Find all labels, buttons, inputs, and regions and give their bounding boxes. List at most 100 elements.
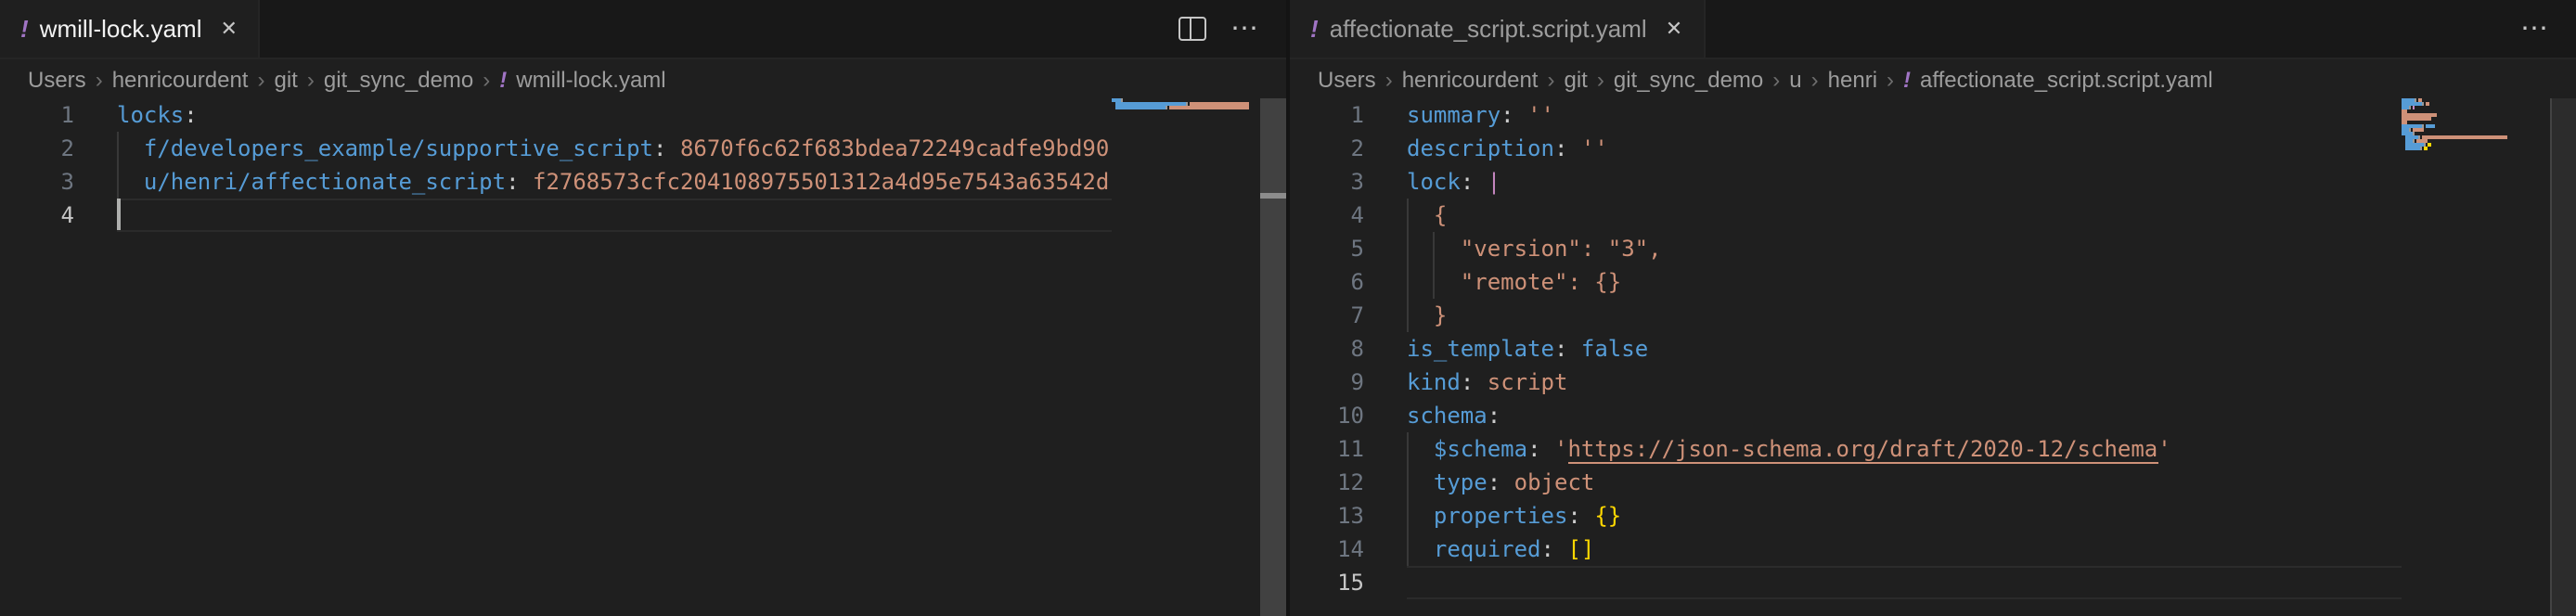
vertical-scrollbar[interactable] (1260, 98, 1286, 616)
breadcrumb-item[interactable]: u (1789, 66, 1801, 92)
breadcrumb-item[interactable]: Users (28, 66, 86, 92)
line-number[interactable]: 8 (1290, 332, 1364, 366)
tab-bar-right: ! affectionate_script.script.yaml ✕ ⋯ (1290, 0, 2576, 59)
code-token: properties (1434, 503, 1568, 529)
breadcrumb-item[interactable]: git_sync_demo (324, 66, 473, 92)
breadcrumb-separator: › (96, 66, 103, 92)
code-line[interactable]: 4 (0, 199, 1112, 232)
code-token (1407, 503, 1434, 529)
breadcrumb-file[interactable]: wmill-lock.yaml (516, 66, 665, 92)
breadcrumb-item[interactable]: henri (1828, 66, 1877, 92)
code-token: : (1541, 536, 1554, 562)
vertical-scrollbar[interactable] (2550, 98, 2576, 616)
code-token: required (1434, 536, 1541, 562)
code-token: : (1567, 503, 1580, 529)
code-line[interactable]: 1locks: (0, 98, 1112, 132)
code-editor[interactable]: 1summary: ''2 description: '' 3lock: |4 {5… (1290, 98, 2402, 616)
scrollbar-slider[interactable] (1260, 98, 1286, 616)
more-actions-icon[interactable]: ⋯ (2520, 15, 2550, 43)
code-token: '' (1581, 135, 1608, 161)
code-token (1407, 469, 1434, 495)
code-token (1554, 536, 1567, 562)
code-token: kind (1407, 369, 1461, 395)
code-token (1541, 436, 1554, 462)
line-number[interactable]: 10 (1290, 399, 1364, 432)
minimap-line (1112, 106, 1260, 109)
line-number[interactable]: 15 (1290, 566, 1364, 599)
code-line[interactable]: 3lock: | (1290, 165, 2402, 199)
breadcrumb-item[interactable]: git_sync_demo (1614, 66, 1763, 92)
code-line[interactable]: 1summary: '' (1290, 98, 2402, 132)
code-line[interactable]: 12 type: object (1290, 466, 2402, 499)
close-icon[interactable]: ✕ (1666, 17, 1682, 41)
code-line[interactable]: 9kind: script (1290, 366, 2402, 399)
line-number[interactable]: 3 (0, 165, 74, 199)
code-token (117, 135, 144, 161)
code-token: f2768573cfc204108975501312a4d95e7543a635… (533, 169, 1109, 195)
yaml-icon: ! (1310, 15, 1319, 43)
close-icon[interactable]: ✕ (220, 17, 237, 41)
breadcrumb-item[interactable]: git (1564, 66, 1587, 92)
code-editor[interactable]: 1locks:2 f/developers_example/supportive… (0, 98, 1112, 616)
tab-wmill-lock-yaml[interactable]: ! wmill-lock.yaml ✕ (0, 0, 260, 58)
code-line[interactable]: 2description: '' (1290, 132, 2402, 165)
line-number[interactable]: 3 (1290, 165, 1364, 199)
line-number[interactable]: 7 (1290, 299, 1364, 332)
code-line[interactable]: 3 u/henri/affectionate_script: f2768573c… (0, 165, 1112, 199)
breadcrumb-separator: › (1547, 66, 1554, 92)
code-token: [] (1567, 536, 1594, 562)
code-line[interactable]: 14 required: [] (1290, 533, 2402, 566)
code-line[interactable]: 7 } (1290, 299, 2402, 332)
code-line[interactable]: 5 "version": "3", (1290, 232, 2402, 265)
tab-bar-left: ! wmill-lock.yaml ✕ ⋯ (0, 0, 1286, 59)
code-line[interactable]: 8is_template: false (1290, 332, 2402, 366)
code-line[interactable]: 6 "remote": {} (1290, 265, 2402, 299)
code-token (1474, 169, 1487, 195)
code-token: u/henri/affectionate_script (144, 169, 506, 195)
minimap[interactable] (2402, 98, 2550, 616)
line-number[interactable]: 13 (1290, 499, 1364, 533)
breadcrumb-item[interactable]: git (274, 66, 297, 92)
code-line[interactable]: 4 { (1290, 199, 2402, 232)
tab-affectionate-script-yaml[interactable]: ! affectionate_script.script.yaml ✕ (1290, 0, 1705, 58)
code-token: object (1514, 469, 1595, 495)
code-token: description (1407, 135, 1554, 161)
code-line[interactable]: 15 (1290, 566, 2402, 599)
code-token (1474, 369, 1487, 395)
breadcrumb-item[interactable]: henricourdent (1402, 66, 1539, 92)
code-token: 8670f6c62f683bdea72249cadfe9bd90 (680, 135, 1109, 161)
code-line[interactable]: 13 properties: {} (1290, 499, 2402, 533)
split-editor-icon[interactable] (1179, 17, 1206, 41)
code-token: is_template (1407, 336, 1554, 362)
code-token: "remote": {} (1407, 269, 1621, 295)
line-number[interactable]: 2 (0, 132, 74, 165)
code-line[interactable]: 10schema: (1290, 399, 2402, 432)
code-token: : (1488, 403, 1501, 429)
line-number[interactable]: 1 (1290, 98, 1364, 132)
code-token (1581, 503, 1594, 529)
more-actions-icon[interactable]: ⋯ (1230, 15, 1260, 43)
text-cursor (117, 199, 120, 232)
line-number[interactable]: 2 (1290, 132, 1364, 165)
line-number[interactable]: 6 (1290, 265, 1364, 299)
line-number[interactable]: 4 (0, 199, 74, 232)
line-number[interactable]: 1 (0, 98, 74, 132)
code-line[interactable]: 11 $schema: 'https://json-schema.org/dra… (1290, 432, 2402, 466)
line-number[interactable]: 11 (1290, 432, 1364, 466)
line-number[interactable]: 4 (1290, 199, 1364, 232)
breadcrumb-file[interactable]: affectionate_script.script.yaml (1920, 66, 2213, 92)
code-token (1514, 102, 1527, 128)
minimap[interactable] (1112, 98, 1260, 616)
line-number[interactable]: 9 (1290, 366, 1364, 399)
code-token (666, 135, 679, 161)
scrollbar-slider[interactable] (2550, 98, 2576, 616)
code-token: | (1488, 169, 1501, 195)
code-line[interactable]: 2 f/developers_example/supportive_script… (0, 132, 1112, 165)
breadcrumb-item[interactable]: Users (1318, 66, 1376, 92)
breadcrumb: Users›henricourdent›git›git_sync_demo›u›… (1290, 59, 2576, 98)
breadcrumb-separator: › (1597, 66, 1604, 92)
line-number[interactable]: 5 (1290, 232, 1364, 265)
line-number[interactable]: 12 (1290, 466, 1364, 499)
line-number[interactable]: 14 (1290, 533, 1364, 566)
breadcrumb-item[interactable]: henricourdent (112, 66, 249, 92)
